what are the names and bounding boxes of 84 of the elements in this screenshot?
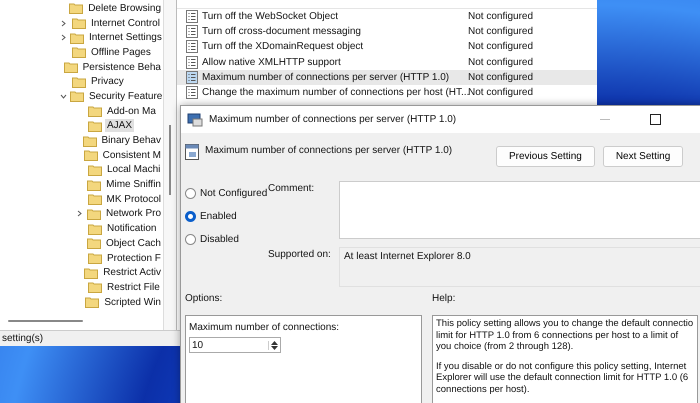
folder-icon	[85, 296, 100, 308]
connections-spinner[interactable]: 10	[189, 337, 281, 353]
tree-item[interactable]: Mime Sniffin	[104, 178, 163, 192]
folder-icon	[72, 46, 86, 58]
setting-icon	[185, 144, 199, 160]
tree-item[interactable]: Network Pro	[104, 207, 163, 220]
tree-item[interactable]: Delete Browsing	[86, 2, 163, 15]
folder-icon	[69, 2, 84, 14]
policy-icon	[186, 86, 198, 100]
maximize-icon[interactable]	[650, 114, 661, 125]
folder-icon	[87, 178, 102, 191]
tree-item[interactable]: Add-on Ma	[105, 104, 158, 118]
comment-field[interactable]	[339, 181, 700, 239]
folder-icon	[72, 17, 86, 30]
policy-row[interactable]: Change the maximum number of connections per host (HT...Not configured	[177, 84, 597, 100]
next-setting-button[interactable]: Next Setting	[602, 146, 684, 167]
tree-item[interactable]: Binary Behav	[100, 134, 163, 148]
chevron-icon[interactable]	[60, 20, 67, 27]
tree-item[interactable]: Notification	[105, 222, 158, 236]
window-title: Maximum number of connections per server (HTTP 1.0)	[209, 114, 456, 125]
policy-row[interactable]: Turn off the XDomainRequest object Not configured	[177, 39, 597, 55]
chevron-icon[interactable]	[60, 34, 67, 42]
policy-row[interactable]: Turn off the WebSocket Object Not configured	[177, 9, 597, 24]
tree-item[interactable]: Protection F	[105, 252, 163, 265]
folder-icon	[88, 193, 102, 206]
folder-icon	[88, 281, 102, 294]
policy-row[interactable]: Turn off cross-document messaging Not configured	[177, 24, 597, 40]
folder-icon	[88, 120, 102, 132]
tree-item[interactable]: Security Feature	[87, 90, 163, 103]
tree-item[interactable]: AJAX	[105, 119, 134, 132]
help-paragraph: If you disable or do not configure this policy setting, Internet Explorer will use the default connection limit for HTTP 1.0 (6 connections per host).	[436, 360, 690, 395]
down-arrow-icon[interactable]	[271, 346, 278, 350]
folder-icon	[82, 134, 97, 147]
radio-icon[interactable]	[185, 188, 196, 199]
tree-item[interactable]: Scripted Win	[102, 296, 163, 309]
radio-option[interactable]: Enabled	[185, 209, 268, 224]
setting-heading: Maximum number of connections per server (HTTP 1.0)	[205, 144, 454, 156]
supported-on-label: Supported on:	[268, 248, 332, 262]
tree-item[interactable]: Privacy	[89, 75, 126, 88]
tree-item[interactable]: Offline Pages	[89, 46, 153, 59]
folder-icon	[72, 76, 86, 88]
folder-icon	[88, 105, 102, 118]
radio-option[interactable]: Not Configured	[185, 186, 268, 201]
policy-icon	[186, 10, 198, 24]
tree-item[interactable]: Persistence Beha	[80, 60, 163, 74]
chevron-icon[interactable]	[60, 92, 67, 100]
scrollbar-thumb[interactable]	[169, 125, 171, 195]
radio-icon[interactable]	[185, 234, 196, 245]
policy-row[interactable]: Maximum number of connections per server (HTTP 1.0) Not configured	[177, 70, 597, 85]
tree-item[interactable]: Restrict Activ	[101, 266, 163, 280]
radio-icon[interactable]	[185, 211, 196, 222]
policy-icon	[186, 40, 198, 54]
folder-icon	[70, 32, 84, 44]
radio-option[interactable]: Disabled	[185, 232, 268, 247]
folder-icon	[88, 164, 102, 176]
policy-icon	[186, 56, 198, 69]
tree-item[interactable]: Internet Settings	[87, 31, 163, 44]
up-arrow-icon[interactable]	[271, 340, 278, 344]
policy-icon	[186, 25, 198, 38]
tree-item[interactable]: MK Protocol	[104, 192, 163, 206]
folder-icon	[88, 252, 102, 264]
folder-icon	[84, 266, 98, 279]
tree-item[interactable]: Restrict File	[105, 280, 162, 294]
comment-label: Comment:	[268, 182, 316, 196]
policy-row[interactable]: Allow native XMLHTTP support Not configured	[177, 54, 597, 70]
tree-item[interactable]: Internet Control	[89, 16, 162, 30]
folder-icon	[70, 90, 84, 102]
policy-app-icon	[187, 112, 203, 126]
folder-icon	[86, 237, 101, 250]
tree-item[interactable]: Object Cach	[104, 236, 163, 250]
scrollbar[interactable]	[8, 320, 83, 322]
tree-item[interactable]: Local Machi	[105, 163, 162, 176]
previous-setting-button[interactable]: Previous Setting	[496, 146, 595, 167]
chevron-icon[interactable]	[76, 210, 83, 218]
folder-icon	[64, 61, 78, 74]
tree-item[interactable]: Consistent M	[100, 148, 163, 162]
help-label: Help:	[432, 293, 456, 306]
policy-icon	[186, 70, 198, 84]
folder-icon	[86, 208, 101, 220]
options-label: Options:	[185, 293, 224, 306]
folder-icon	[88, 222, 102, 235]
supported-on-value: At least Internet Explorer 8.0	[344, 251, 471, 262]
connections-label: Maximum number of connections:	[189, 322, 340, 333]
folder-icon	[84, 149, 98, 162]
